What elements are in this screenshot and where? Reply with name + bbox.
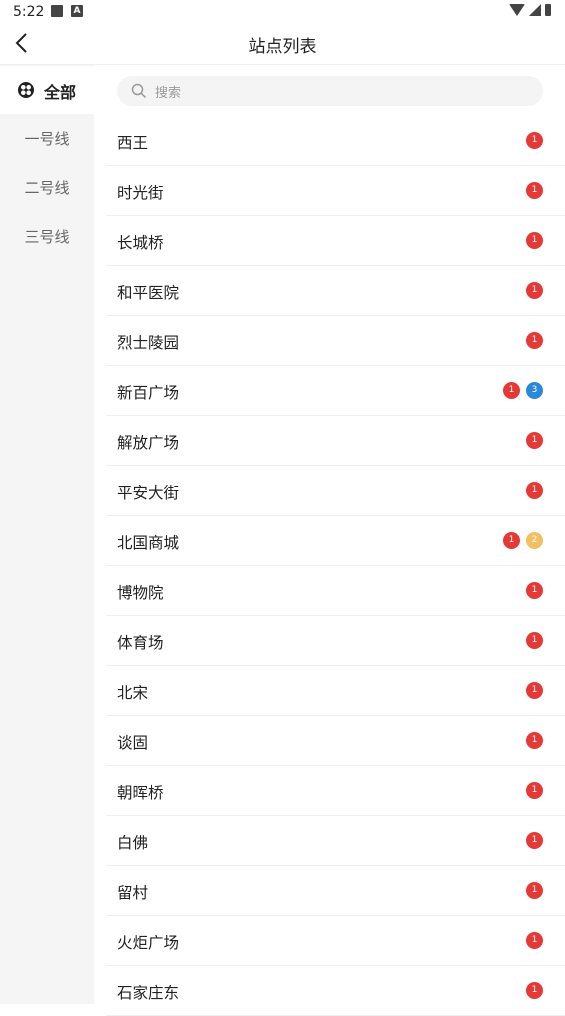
line-badges: 1 [526, 582, 543, 599]
line-badges: 1 [526, 182, 543, 199]
line-badge: 3 [526, 382, 543, 399]
line-badges: 1 [526, 282, 543, 299]
clover-icon [18, 82, 34, 98]
station-name: 体育场 [117, 634, 164, 652]
station-name: 长城桥 [117, 234, 164, 252]
station-name: 朝晖桥 [117, 784, 164, 802]
station-list: 西王 1 时光街 1 长城桥 1 和平医院 1 烈士陵园 1 新百广场 1 3 解放广场 1 平安大街 1 北国商… [94, 116, 565, 1016]
line-badges: 1 [526, 782, 543, 799]
line-badge: 1 [526, 282, 543, 299]
line-badges: 12 [503, 532, 543, 549]
page-title: 站点列表 [248, 37, 317, 57]
line-badge: 1 [526, 132, 543, 149]
line-badge: 1 [526, 582, 543, 599]
line-badge: 2 [526, 532, 543, 549]
station-row[interactable]: 解放广场 1 [106, 416, 565, 466]
station-row[interactable]: 石家庄东 1 [106, 966, 565, 1016]
station-name: 新百广场 [117, 384, 180, 402]
line-badge: 1 [526, 832, 543, 849]
station-name: 火炬广场 [117, 934, 180, 952]
line-badge: 1 [526, 432, 543, 449]
line-badges: 1 [526, 632, 543, 649]
search-input[interactable]: 搜索 [117, 76, 543, 106]
search-icon [131, 83, 147, 99]
station-panel: 搜索 西王 1 时光街 1 长城桥 1 和平医院 1 烈士陵园 1 新百广场 1 3 解放广场 1 平安大街 1… [94, 65, 565, 1016]
station-name: 谈固 [117, 734, 149, 752]
line-badges: 1 [526, 932, 543, 949]
station-row[interactable]: 朝晖桥 1 [106, 766, 565, 816]
station-row[interactable]: 留村 1 [106, 866, 565, 916]
station-name: 北宋 [117, 684, 149, 702]
line-badges: 1 [526, 432, 543, 449]
station-name: 西王 [117, 134, 149, 152]
line-badges: 1 [526, 232, 543, 249]
station-row[interactable]: 新百广场 1 3 [106, 366, 565, 416]
sidebar-item-line-1[interactable]: 一号线 [0, 115, 94, 164]
search-placeholder: 搜索 [155, 86, 182, 101]
line-badges: 1 [526, 332, 543, 349]
line-badge: 1 [526, 482, 543, 499]
station-row[interactable]: 谈固 1 [106, 716, 565, 766]
station-row[interactable]: 体育场 1 [106, 616, 565, 666]
station-row[interactable]: 西王 1 [106, 116, 565, 166]
sidebar-item-all[interactable]: 全部 [0, 66, 94, 114]
line-badges: 1 [526, 982, 543, 999]
station-name: 石家庄东 [117, 984, 180, 1002]
station-row[interactable]: 长城桥 1 [106, 216, 565, 266]
image-icon [51, 5, 63, 17]
station-row[interactable]: 博物院 1 [106, 566, 565, 616]
line-badge: 1 [526, 982, 543, 999]
station-row[interactable]: 平安大街 1 [106, 466, 565, 516]
status-bar: 5:22 A [0, 0, 565, 24]
line-badge: 1 [526, 632, 543, 649]
station-row[interactable]: 烈士陵园 1 [106, 316, 565, 366]
status-right-icons [509, 4, 551, 16]
station-name: 解放广场 [117, 434, 180, 452]
line-badge: 1 [526, 332, 543, 349]
line-badge: 1 [503, 382, 520, 399]
line-badge: 1 [526, 932, 543, 949]
line-badge: 1 [526, 232, 543, 249]
station-row[interactable]: 北国商城 1 2 [106, 516, 565, 566]
line-badge: 1 [526, 682, 543, 699]
station-name: 平安大街 [117, 484, 180, 502]
line-badges: 13 [503, 382, 543, 399]
station-name: 和平医院 [117, 284, 180, 302]
station-name: 北国商城 [117, 534, 180, 552]
sidebar-item-label: 全部 [44, 83, 77, 102]
line-badge: 1 [503, 532, 520, 549]
line-badges: 1 [526, 832, 543, 849]
wifi-icon [509, 4, 525, 16]
station-name: 博物院 [117, 584, 164, 602]
line-badges: 1 [526, 482, 543, 499]
station-row[interactable]: 北宋 1 [106, 666, 565, 716]
battery-icon [545, 4, 551, 16]
line-badges: 1 [526, 882, 543, 899]
station-row[interactable]: 白佛 1 [106, 816, 565, 866]
line-badge: 1 [526, 732, 543, 749]
status-time: 5:22 [13, 4, 45, 20]
line-badges: 1 [526, 132, 543, 149]
station-row[interactable]: 火炬广场 1 [106, 916, 565, 966]
sidebar-item-line-3[interactable]: 三号线 [0, 213, 94, 262]
line-badges: 1 [526, 682, 543, 699]
station-name: 时光街 [117, 184, 164, 202]
station-row[interactable]: 时光街 1 [106, 166, 565, 216]
sidebar-item-line-2[interactable]: 二号线 [0, 164, 94, 213]
station-name: 留村 [117, 884, 149, 902]
station-name: 烈士陵园 [117, 334, 180, 352]
line-badges: 1 [526, 732, 543, 749]
line-badge: 1 [526, 882, 543, 899]
station-name: 白佛 [117, 834, 149, 852]
line-sidebar: 全部 一号线 二号线 三号线 [0, 65, 94, 1004]
signal-icon [529, 4, 541, 16]
line-badge: 1 [526, 182, 543, 199]
a-icon: A [71, 5, 83, 17]
line-badge: 1 [526, 782, 543, 799]
station-row[interactable]: 和平医院 1 [106, 266, 565, 316]
app-header: 站点列表 [0, 24, 565, 65]
